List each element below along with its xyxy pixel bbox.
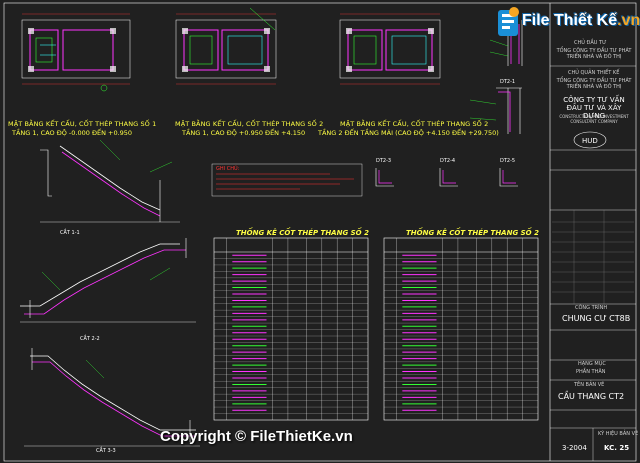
table-frame <box>383 237 539 421</box>
company-name-en: CONSTRUCTION AND INVESTMENT CONSULTANT C… <box>559 114 629 124</box>
table-2-title: THỐNG KÊ CỐT THÉP THANG SỐ 2 <box>406 229 539 237</box>
plan-1-drawing <box>21 13 131 92</box>
table-frame <box>213 237 369 421</box>
plan-3-title: MẶT BẰNG KẾT CẤU, CỐT THÉP THANG SỐ 2 <box>340 120 489 128</box>
drawing-label: TÊN BẢN VẼ <box>574 382 605 388</box>
company-logo-shape: HUD <box>573 131 607 149</box>
part-label: HẠNG MỤC <box>578 361 606 367</box>
detail-label-dt2-4: DT2-4 <box>440 158 456 164</box>
plan-2-drawing <box>175 7 277 85</box>
consultant-label: CHỦ QUẢN THIẾT KẾ <box>568 70 620 76</box>
drawing-name: CẦU THANG CT2 <box>558 392 625 401</box>
rebar-table-1 <box>213 237 369 421</box>
small-details-drawing <box>375 168 518 187</box>
investor-name: TỔNG CÔNG TY ĐẦU TƯ PHÁT TRIỂN NHÀ VÀ ĐÔ… <box>556 48 632 60</box>
consultant-name: TỔNG CÔNG TY ĐẦU TƯ PHÁT TRIỂN NHÀ VÀ ĐÔ… <box>556 78 632 90</box>
rebar-table-2 <box>383 237 539 421</box>
cad-drawing-canvas[interactable]: HUD MẶT BẰNG KẾT CẤU, CỐT THÉP THANG SỐ … <box>0 0 640 463</box>
plan-3-drawing <box>339 13 441 85</box>
sheet-number: KC. 25 <box>604 444 630 452</box>
cut-1-1-drawing <box>40 139 180 223</box>
cut-2-2-drawing <box>20 238 196 323</box>
filethietke-logo: File Thiết Kế.vn <box>496 4 640 42</box>
plan-2-subtitle: TẦNG 1, CAO ĐỘ +0.950 ĐẾN +4.150 <box>182 129 306 137</box>
copyright-watermark: Copyright © FileThietKe.vn <box>160 428 353 445</box>
detail-label-dt2-5: DT2-5 <box>500 158 516 164</box>
plan-3-subtitle: TẦNG 2 ĐẾN TẦNG MÁI (CAO ĐỘ +4.150 ĐẾN +… <box>318 129 499 137</box>
plan-1-title: MẶT BẰNG KẾT CẤU, CỐT THÉP THANG SỐ 1 <box>8 120 157 128</box>
project-label: CÔNG TRÌNH <box>575 305 608 311</box>
title-block-signature-rows <box>552 210 634 304</box>
part-name: PHẦN THÂN <box>576 369 606 375</box>
cut-1-1-label: CẮT 1-1 <box>60 230 80 236</box>
sheet-label: KÝ HIỆU BẢN VẼ <box>598 431 639 437</box>
detail-label-dt2-1: DT2-1 <box>500 79 516 85</box>
drawing-date: 3-2004 <box>562 444 587 452</box>
logo-tld: .vn <box>617 12 640 29</box>
notes-lines <box>216 173 354 190</box>
detail-label-dt2-3: DT2-3 <box>376 158 392 164</box>
logo-brand: File Thiết Kế <box>522 12 618 29</box>
plan-1-subtitle: TẦNG 1, CAO ĐỘ -0.000 ĐẾN +0.950 <box>12 129 133 137</box>
table-1-title: THỐNG KÊ CỐT THÉP THANG SỐ 2 <box>236 229 369 237</box>
cut-3-3-label: CẮT 3-3 <box>96 448 116 454</box>
title-block-lines <box>550 65 636 461</box>
notes-title: GHI CHÚ: <box>216 166 240 172</box>
svg-text:HUD: HUD <box>582 137 598 145</box>
plan-2-title: MẶT BẰNG KẾT CẤU, CỐT THÉP THANG SỐ 2 <box>175 120 324 128</box>
project-name: CHUNG CƯ CT8B <box>562 314 631 323</box>
cut-2-2-label: CẮT 2-2 <box>80 336 100 342</box>
